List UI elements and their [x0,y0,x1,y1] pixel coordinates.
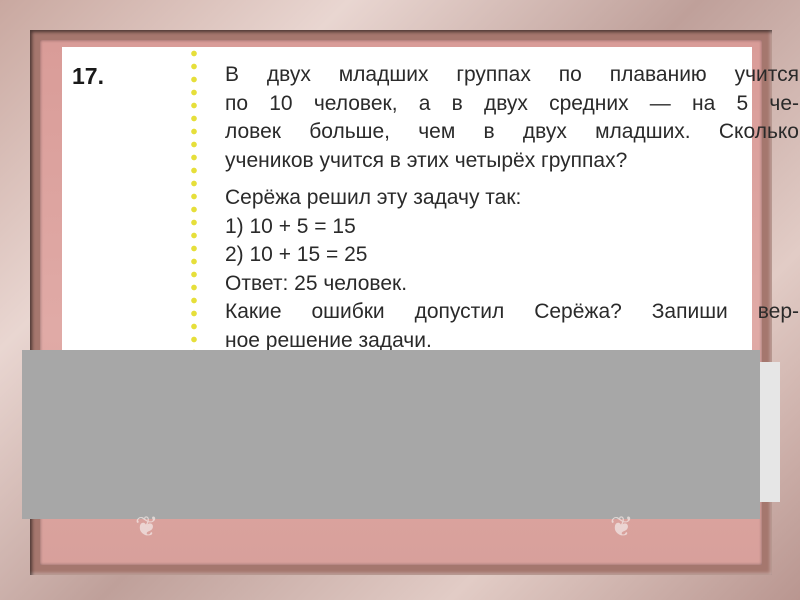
solution-intro: Серёжа решил эту задачу так: [225,186,522,209]
problem-line: по 10 человек, а в двух средних — на 5 ч… [225,91,799,115]
solution-step: 2) 10 + 15 = 25 [225,243,368,266]
question-line: Какие ошибки допустил Серёжа? Запиши вер… [225,300,799,323]
gray-overlay-box [22,350,760,519]
problem-line: ловек больше, чем в двух младших. Скольк… [225,120,799,143]
solution-step: 1) 10 + 5 = 15 [225,214,356,238]
textbook-page: 17. В двух младших группах по плаванию у… [62,47,799,355]
problem-line: учеников учится в этих четырёх группах? [225,148,628,172]
overlay-edge-strip [760,362,780,502]
dotted-margin-line [189,47,199,355]
ornament-left-icon: ❦ [135,511,159,542]
ornament-right-icon: ❦ [610,511,634,542]
problem-line: В двух младших группах по плаванию учитс… [225,63,799,86]
problem-number: 17. [72,63,104,89]
problem-text: В двух младших группах по плаванию учитс… [225,61,799,355]
answer-line: Ответ: 25 человек. [225,271,408,295]
